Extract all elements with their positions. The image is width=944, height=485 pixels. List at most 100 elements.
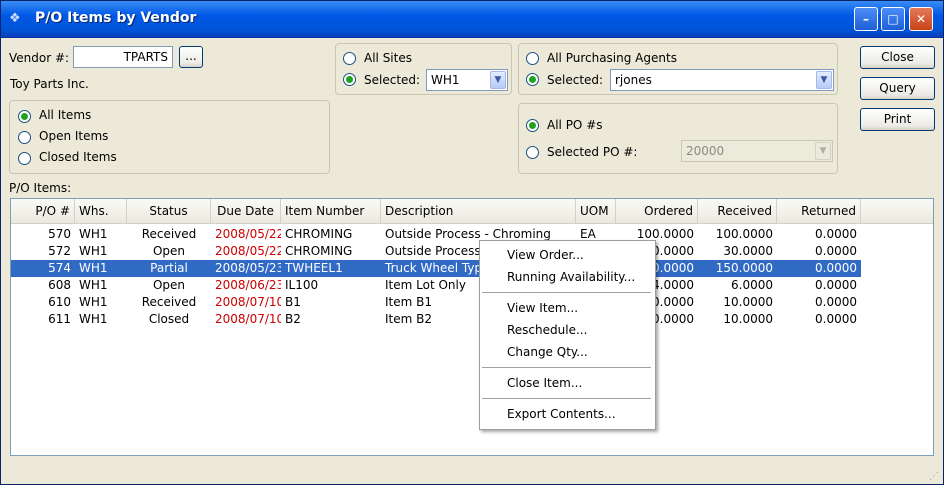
minimize-button[interactable]: – (854, 7, 878, 31)
cell-returned: 0.0000 (815, 227, 857, 241)
selected-po-radio[interactable] (526, 146, 539, 159)
cell-whs: WH1 (79, 244, 108, 258)
sites-filter-group: All Sites Selected: WH1 ▼ (335, 43, 512, 95)
cell-po: 574 (48, 261, 71, 275)
cell-status: Received (141, 295, 197, 309)
column-header-description[interactable]: Description (381, 199, 576, 223)
cell-po: 608 (48, 278, 71, 292)
cell-returned: 0.0000 (815, 278, 857, 292)
cell-status: Received (141, 227, 197, 241)
menu-item-running-availability[interactable]: Running Availability... (507, 267, 635, 287)
chevron-down-icon[interactable]: ▼ (815, 142, 831, 160)
cell-returned: 0.0000 (815, 295, 857, 309)
selected-po-label: Selected PO #: (547, 145, 638, 159)
column-header-ordered[interactable]: Ordered (616, 199, 698, 223)
menu-item-view-item[interactable]: View Item... (507, 298, 578, 318)
selected-agent-label: Selected: (547, 73, 604, 87)
menu-item-change-qty[interactable]: Change Qty... (507, 342, 588, 362)
cell-item-number: IL100 (285, 278, 319, 292)
site-select[interactable]: WH1 ▼ (426, 69, 508, 91)
menu-item-close-item[interactable]: Close Item... (507, 373, 582, 393)
cell-status: Partial (150, 261, 188, 275)
all-po-radio[interactable] (526, 119, 539, 132)
cell-item-number: TWHEEL1 (285, 261, 343, 275)
cell-whs: WH1 (79, 295, 108, 309)
cell-due-date: 2008/05/22 (215, 244, 281, 258)
vendor-name: Toy Parts Inc. (10, 77, 89, 91)
closed-items-radio[interactable] (18, 152, 31, 165)
table-row[interactable]: 608 WH1 Open 2008/06/23 IL100 Item Lot Only 4.… (11, 277, 861, 294)
cell-due-date: 2008/05/23 (215, 261, 281, 275)
column-header-due-date[interactable]: Due Date (211, 199, 281, 223)
all-sites-label: All Sites (364, 51, 412, 65)
table-row[interactable]: 610 WH1 Received 2008/07/10 B1 Item B1 0.0000 1… (11, 294, 861, 311)
cell-item-number: CHROMING (285, 244, 353, 258)
cell-po: 610 (48, 295, 71, 309)
vendor-browse-button[interactable]: ... (179, 46, 203, 68)
cell-po: 611 (48, 312, 71, 326)
cell-received: 30.0000 (723, 244, 773, 258)
closed-items-label: Closed Items (39, 150, 117, 164)
menu-item-view-order[interactable]: View Order... (507, 245, 584, 265)
cell-po: 570 (48, 227, 71, 241)
chevron-down-icon[interactable]: ▼ (816, 71, 832, 89)
close-window-button[interactable]: ✕ (909, 7, 933, 31)
all-items-label: All Items (39, 108, 92, 122)
query-button[interactable]: Query (860, 77, 935, 100)
po-items-label: P/O Items: (9, 181, 72, 195)
all-sites-radio[interactable] (343, 52, 356, 65)
cell-whs: WH1 (79, 227, 108, 241)
cell-returned: 0.0000 (815, 312, 857, 326)
site-select-value: WH1 (431, 73, 460, 87)
maximize-button[interactable]: □ (881, 7, 905, 31)
vendor-number-field[interactable]: TPARTS (73, 46, 173, 68)
vendor-label: Vendor #: (9, 51, 70, 65)
table-row[interactable]: 611 WH1 Closed 2008/07/10 B2 Item B2 0.0000 10.… (11, 311, 861, 328)
table-row[interactable]: 572 WH1 Open 2008/05/22 CHROMING Outside Proc… (11, 243, 861, 260)
cell-status: Open (152, 278, 186, 292)
close-button[interactable]: Close (860, 46, 935, 69)
agent-select[interactable]: rjones ▼ (610, 69, 834, 91)
po-number-select[interactable]: 20000 ▼ (681, 140, 833, 162)
selected-agent-radio[interactable] (526, 73, 539, 86)
cell-whs: WH1 (79, 312, 108, 326)
cell-whs: WH1 (79, 261, 108, 275)
menu-item-export-contents[interactable]: Export Contents... (507, 404, 616, 424)
context-menu: View Order... Running Availability... Vi… (479, 240, 656, 430)
column-header-status[interactable]: Status (127, 199, 211, 223)
menu-item-reschedule[interactable]: Reschedule... (507, 320, 587, 340)
print-button[interactable]: Print (860, 108, 935, 131)
agent-select-value: rjones (615, 73, 652, 87)
close-icon: ✕ (915, 12, 927, 26)
column-header-whs[interactable]: Whs. (75, 199, 127, 223)
cell-received: 6.0000 (731, 278, 773, 292)
all-items-radio[interactable] (18, 110, 31, 123)
maximize-icon: □ (887, 12, 899, 26)
column-header-po[interactable]: P/O # (11, 199, 75, 223)
po-items-by-vendor-window: ❖ P/O Items by Vendor – □ ✕ Vendor #: TP… (0, 0, 944, 485)
column-header-returned[interactable]: Returned (777, 199, 861, 223)
cell-received: 10.0000 (723, 295, 773, 309)
app-icon: ❖ (9, 11, 21, 26)
column-header-received[interactable]: Received (698, 199, 777, 223)
cell-received: 100.0000 (715, 227, 773, 241)
open-items-radio[interactable] (18, 131, 31, 144)
po-items-table[interactable]: P/O # Whs. Status Due Date Item Number D… (10, 198, 934, 456)
all-agents-label: All Purchasing Agents (547, 51, 677, 65)
column-header-uom[interactable]: UOM (576, 199, 616, 223)
resize-grip-icon[interactable]: ⋰ (929, 471, 939, 482)
all-agents-radio[interactable] (526, 52, 539, 65)
cell-received: 150.0000 (715, 261, 773, 275)
minimize-icon: – (863, 12, 869, 26)
cell-due-date: 2008/07/10 (215, 312, 281, 326)
chevron-down-icon[interactable]: ▼ (490, 71, 506, 89)
cell-status: Closed (148, 312, 190, 326)
agents-filter-group: All Purchasing Agents Selected: rjones ▼ (518, 43, 838, 95)
table-row[interactable]: 570 WH1 Received 2008/05/22 CHROMING Outside … (11, 226, 861, 243)
items-filter-group: All Items Open Items Closed Items (9, 100, 330, 174)
cell-status: Open (152, 244, 186, 258)
table-row[interactable]: 574 WH1 Partial 2008/05/23 TWHEEL1 Truck Whee… (11, 260, 861, 277)
cell-item-number: B1 (285, 295, 301, 309)
selected-site-radio[interactable] (343, 73, 356, 86)
column-header-item-number[interactable]: Item Number (281, 199, 381, 223)
